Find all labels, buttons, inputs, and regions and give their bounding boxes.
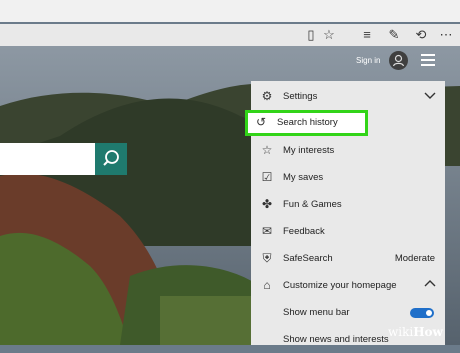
star-icon: ☆ [261,143,273,157]
safesearch-value: Moderate [394,253,435,264]
reading-view-icon[interactable]: ▯ [303,27,319,43]
menu-item-customize-homepage[interactable]: ⌂ Customize your homepage [251,273,445,299]
more-icon[interactable]: ⋯ [438,27,454,43]
menu-item-label: Search history [277,117,338,128]
show-menu-bar-toggle[interactable] [410,308,434,318]
feedback-icon: ✉ [261,224,273,238]
menu-item-label: SafeSearch [283,253,333,264]
menu-item-label: Customize your homepage [283,280,397,291]
search-icon [103,150,119,166]
menu-item-fun-games[interactable]: ✤ Fun & Games [251,192,445,218]
home-icon: ⌂ [263,278,271,292]
menu-item-label: My saves [283,172,324,183]
sign-in-link[interactable]: Sign in [356,56,380,65]
menu-item-label: Show news and interests [283,334,389,345]
share-icon[interactable]: ⟲ [413,27,429,43]
web-note-icon[interactable]: ✎ [386,27,402,43]
shield-icon: ⛨ [262,251,272,265]
menu-item-safesearch[interactable]: ⛨ SafeSearch Moderate [251,246,445,272]
puzzle-icon: ✤ [261,197,273,211]
menu-item-my-interests[interactable]: ☆ My interests [251,138,445,164]
saves-icon: ☑ [261,170,273,184]
menu-item-settings[interactable]: ⚙ Settings [251,84,445,110]
chevron-down-icon[interactable] [423,88,437,102]
menu-item-label: Settings [283,91,318,102]
hub-icon[interactable]: ≡ [359,27,375,43]
browser-tab-bar [0,0,460,22]
avatar[interactable] [389,51,408,70]
search-button[interactable] [95,143,127,175]
menu-item-feedback[interactable]: ✉ Feedback [251,219,445,245]
search-input[interactable] [0,143,95,175]
browser-toolbar: ▯ ☆ ≡ ✎ ⟲ ⋯ [0,24,460,47]
search-history-highlight[interactable]: ↺ Search history [245,110,368,136]
menu-item-my-saves[interactable]: ☑ My saves [251,165,445,191]
favorite-star-icon[interactable]: ☆ [321,27,337,43]
history-icon: ↺ [255,115,267,129]
menu-item-label: Show menu bar [283,307,350,318]
gear-icon: ⚙ [261,89,273,103]
menu-item-search-history[interactable]: ↺ Search history [251,110,369,136]
menu-item-label: My interests [283,145,335,156]
menu-hamburger-icon[interactable] [421,54,435,66]
menu-item-label: Feedback [283,226,325,237]
user-icon [392,54,405,67]
menu-item-label: Fun & Games [283,199,342,210]
wikihow-watermark: wikiHow [388,325,443,339]
chevron-up-icon[interactable] [423,277,437,291]
